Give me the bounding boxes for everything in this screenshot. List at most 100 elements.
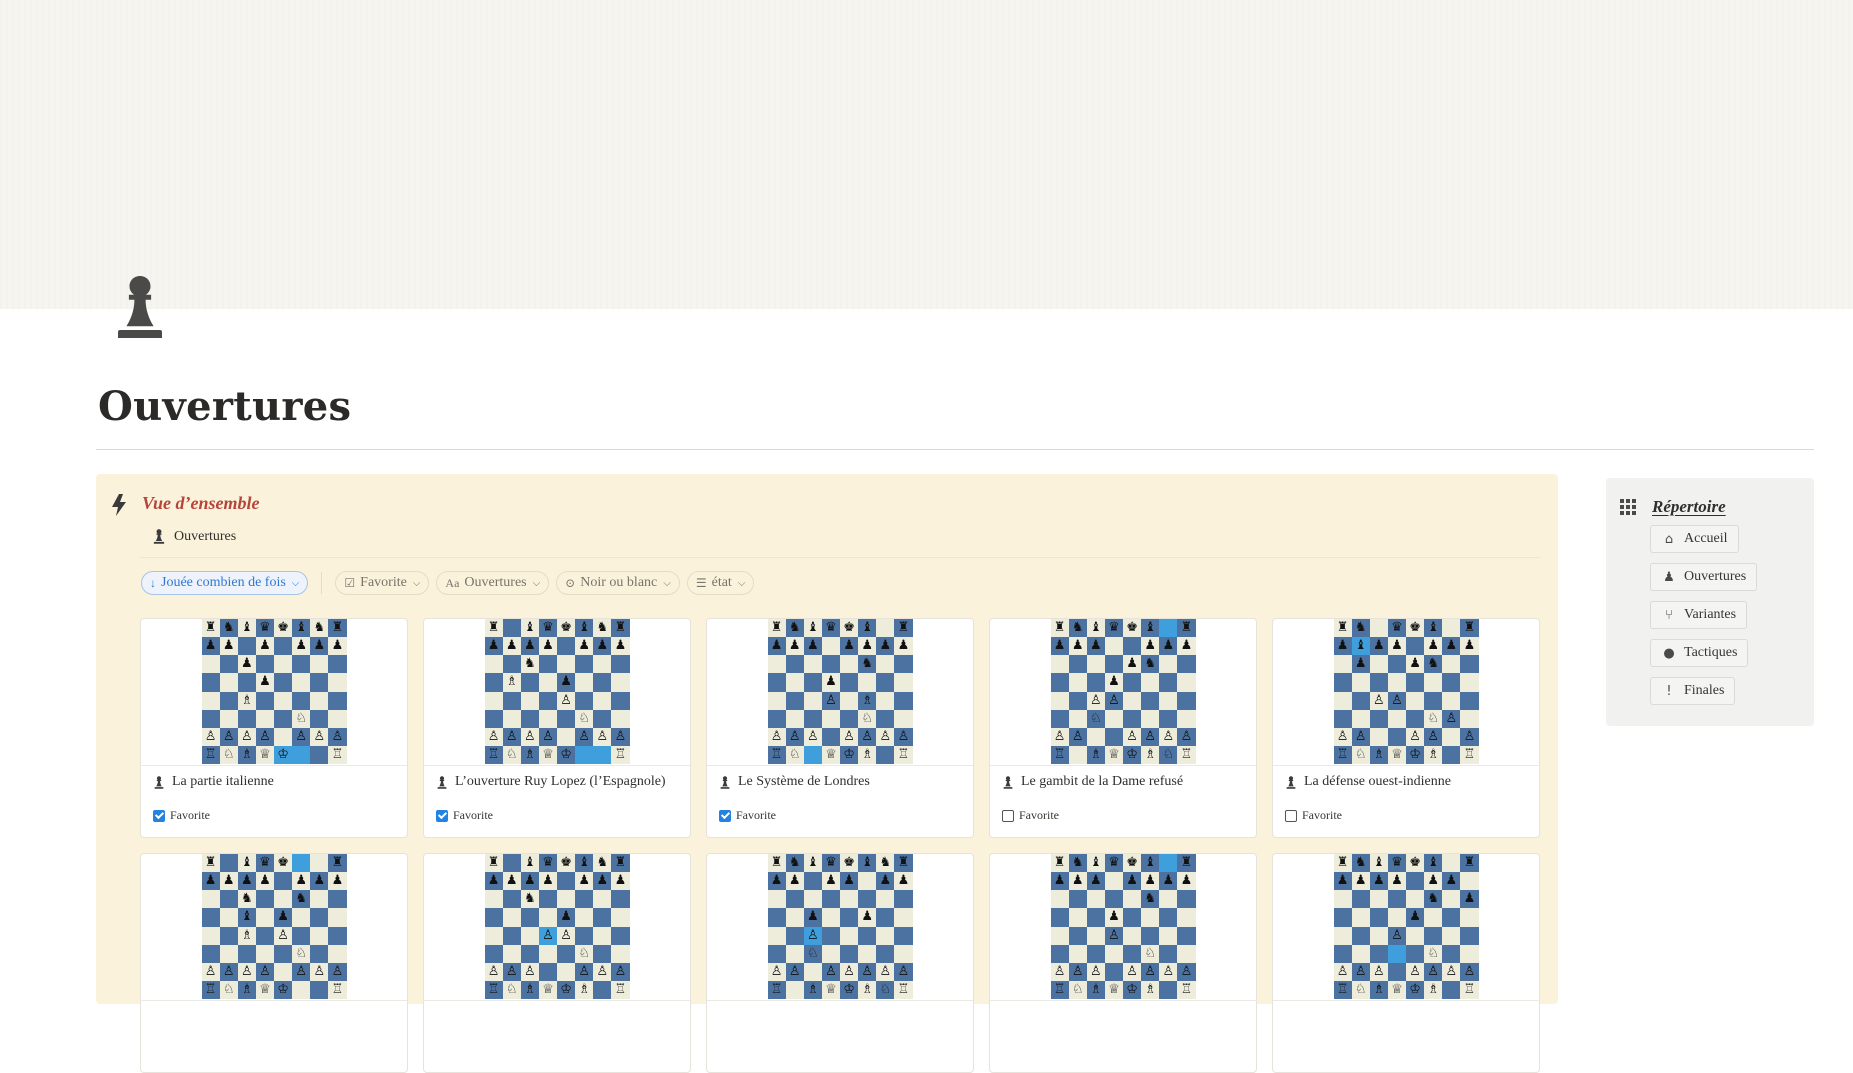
filter-chip-favorite[interactable]: ☑ Favorite ⌵ — [335, 571, 430, 595]
pawn-icon — [153, 775, 165, 790]
filter-label: Ouvertures — [464, 575, 527, 590]
database-link[interactable]: Ouvertures — [152, 528, 236, 545]
filter-chip-etat[interactable]: ☰ état ⌵ — [686, 571, 755, 595]
overview-callout: Vue d’ensemble Ouvertures ↓ Jouée combie… — [96, 474, 1558, 1073]
favorite-property: Favorite — [1285, 808, 1342, 823]
card-title: Le Système de Londres — [719, 774, 870, 790]
nav-button-ouvertures[interactable]: ♟ Ouvertures — [1650, 563, 1758, 591]
chevron-down-icon: ⌵ — [532, 577, 541, 589]
card-title-text: La partie italienne — [172, 774, 274, 789]
nav-button-finales[interactable]: ! Finales — [1650, 677, 1736, 705]
card-title: L’ouverture Ruy Lopez (l’Espagnole) — [436, 774, 666, 790]
card-cover: ♜ ♞ ♝ ♛ ♚ ♝ ♜ ♟ ♟ ♟ ♟ ♟ ♟ ♟ ♞ ♟ ♙ ♘ ♙ ♙ ♙ ♙ ♙ ♙ ♙ ♖ ♘ ♗ ♕ ♔ ♗ ♖ — [990, 854, 1256, 1001]
favorite-label: Favorite — [1302, 808, 1342, 822]
gallery-grid: ♜ ♞ ♝ ♛ ♚ ♝ ♞ ♜ ♟ ♟ ♟ ♟ ♟ ♟ ♟ ♟ ♗ ♘ ♙ ♙ ♙ ♙ ♙ ♙ ♙ ♖ ♘ ♗ ♕ ♔ ♖ La partie… — [140, 618, 1540, 1073]
list-icon: ☰ — [695, 576, 707, 590]
nav-button-label: Variantes — [1684, 607, 1737, 622]
filter-chip-noir-ou-blanc[interactable]: ⊙ Noir ou blanc ⌵ — [556, 571, 680, 595]
branch-icon: ⑂ — [1665, 607, 1673, 623]
chessboard-image: ♜ ♞ ♝ ♛ ♚ ♝ ♜ ♟ ♟ ♟ ♟ ♟ ♟ ♟ ♞ ♟ ♙ ♘ ♙ ♙ ♙ ♙ ♙ ♙ ♙ ♖ ♘ ♗ ♕ ♔ ♗ ♖ — [1050, 854, 1196, 999]
favorite-checkbox[interactable] — [1002, 809, 1014, 822]
chessboard-image: ♜ ♞ ♝ ♛ ♚ ♝ ♞ ♜ ♟ ♟ ♟ ♟ ♟ ♟ ♟ ♟ ♗ ♘ ♙ ♙ ♙ ♙ ♙ ♙ ♙ ♖ ♘ ♗ ♕ ♔ ♖ — [201, 619, 347, 764]
opening-card[interactable]: ♜ ♞ ♝ ♛ ♚ ♝ ♜ ♟ ♟ ♟ ♟ ♟ ♟ ♟ ♞ ♟ ♙ ♘ ♙ ♙ ♙ ♙ ♙ ♙ ♙ ♖ ♘ ♗ ♕ ♔ ♗ ♖ — [989, 853, 1257, 1073]
opening-card[interactable]: ♜ ♞ ♝ ♛ ♚ ♝ ♜ ♟ ♟ ♟ ♟ ♟ ♟ ♟ ♞ ♟ ♙ ♗ ♘ ♙ ♙ ♙ ♙ ♙ ♙ ♙ ♖ ♘ ♕ ♔ ♗ ♖ Le Systè… — [706, 618, 974, 838]
arrow-down-icon: ↓ — [150, 576, 156, 590]
filter-separator — [321, 572, 323, 594]
opening-card[interactable]: ♜ ♞ ♝ ♛ ♚ ♝ ♜ ♟ ♟ ♟ ♟ ♟ ♟ ♞ ♟ ♟ ♙ ♘ ♙ ♙ ♙ ♙ ♙ ♙ ♙ ♖ ♘ ♗ ♕ ♔ ♗ ♖ — [1272, 853, 1540, 1073]
opening-card[interactable]: ♜ ♝ ♛ ♚ ♝ ♞ ♜ ♟ ♟ ♟ ♟ ♟ ♟ ♟ ♞ ♗ ♟ ♙ ♘ ♙ ♙ ♙ ♙ ♙ ♙ ♙ ♖ ♘ ♗ ♕ ♔ ♖ L’ouvert… — [423, 618, 691, 838]
repertoire-link[interactable]: Répertoire — [1652, 497, 1726, 517]
chevron-down-icon: ⌵ — [737, 577, 746, 589]
text-icon: Aa — [445, 576, 460, 590]
nav-button-label: Tactiques — [1684, 645, 1738, 660]
sort-chip[interactable]: ↓ Jouée combien de fois ⌵ — [141, 571, 309, 595]
favorite-checkbox[interactable] — [153, 809, 165, 822]
nav-button-tactiques[interactable]: ● Tactiques — [1650, 639, 1749, 667]
favorite-property: Favorite — [153, 808, 210, 823]
page-cover — [0, 0, 1853, 309]
card-title: La partie italienne — [153, 774, 274, 790]
favorite-property: Favorite — [1002, 808, 1059, 823]
overview-heading: Vue d’ensemble — [142, 493, 260, 513]
opening-card[interactable]: ♜ ♝ ♛ ♚ ♜ ♟ ♟ ♟ ♟ ♟ ♟ ♟ ♞ ♞ ♝ ♟ ♗ ♙ ♘ ♙ ♙ ♙ ♙ ♙ ♙ ♙ ♖ ♘ ♗ ♕ ♔ ♖ — [140, 853, 408, 1073]
opening-card[interactable]: ♜ ♞ ♝ ♛ ♚ ♝ ♞ ♜ ♟ ♟ ♟ ♟ ♟ ♟ ♟ ♟ ♗ ♘ ♙ ♙ ♙ ♙ ♙ ♙ ♙ ♖ ♘ ♗ ♕ ♔ ♖ La partie… — [140, 618, 408, 838]
card-title: Le gambit de la Dame refusé — [1002, 774, 1183, 790]
filter-label: Noir ou blanc — [580, 575, 658, 590]
card-title-text: La défense ouest-indienne — [1304, 774, 1451, 789]
pawn-icon — [436, 775, 448, 790]
card-cover: ♜ ♞ ♝ ♛ ♚ ♝ ♜ ♟ ♟ ♟ ♟ ♟ ♟ ♟ ♞ ♟ ♙ ♙ ♘ ♙ ♙ ♙ ♙ ♙ ♙ ♖ ♗ ♕ ♔ ♗ ♘ ♖ — [990, 619, 1256, 766]
favorite-label: Favorite — [170, 808, 210, 822]
favorite-checkbox[interactable] — [436, 809, 448, 822]
card-cover: ♜ ♞ ♝ ♛ ♚ ♝ ♜ ♟ ♟ ♟ ♟ ♟ ♟ ♟ ♞ ♟ ♙ ♗ ♘ ♙ ♙ ♙ ♙ ♙ ♙ ♙ ♖ ♘ ♕ ♔ ♗ ♖ — [707, 619, 973, 766]
card-title-text: Le gambit de la Dame refusé — [1021, 774, 1184, 789]
card-cover: ♜ ♝ ♛ ♚ ♝ ♞ ♜ ♟ ♟ ♟ ♟ ♟ ♟ ♟ ♞ ♟ ♙ ♙ ♘ ♙ ♙ ♙ ♙ ♙ ♙ ♖ ♘ ♗ ♕ ♔ ♗ ♖ — [424, 854, 690, 1001]
favorite-checkbox[interactable] — [1285, 809, 1297, 822]
favorite-label: Favorite — [1019, 808, 1059, 822]
favorite-checkbox[interactable] — [719, 809, 731, 822]
pawn-icon — [719, 775, 731, 790]
nav-button-label: Finales — [1684, 683, 1725, 698]
chessboard-image: ♜ ♞ ♝ ♛ ♚ ♝ ♜ ♟ ♟ ♟ ♟ ♟ ♟ ♟ ♞ ♟ ♙ ♙ ♘ ♙ ♙ ♙ ♙ ♙ ♙ ♖ ♗ ♕ ♔ ♗ ♘ ♖ — [1050, 619, 1196, 764]
card-cover: ♜ ♞ ♝ ♛ ♚ ♝ ♜ ♟ ♟ ♟ ♟ ♟ ♟ ♞ ♟ ♟ ♙ ♘ ♙ ♙ ♙ ♙ ♙ ♙ ♙ ♖ ♘ ♗ ♕ ♔ ♗ ♖ — [1273, 854, 1539, 1001]
opening-card[interactable]: ♜ ♝ ♛ ♚ ♝ ♞ ♜ ♟ ♟ ♟ ♟ ♟ ♟ ♟ ♞ ♟ ♙ ♙ ♘ ♙ ♙ ♙ ♙ ♙ ♙ ♖ ♘ ♗ ♕ ♔ ♗ ♖ — [423, 853, 691, 1073]
favorite-label: Favorite — [453, 808, 493, 822]
chessboard-image: ♜ ♞ ♝ ♛ ♚ ♝ ♜ ♟ ♟ ♟ ♟ ♟ ♟ ♟ ♞ ♟ ♙ ♗ ♘ ♙ ♙ ♙ ♙ ♙ ♙ ♙ ♖ ♘ ♕ ♔ ♗ ♖ — [767, 619, 913, 764]
nav-button-accueil[interactable]: ⌂ Accueil — [1650, 525, 1739, 553]
nav-button-label: Ouvertures — [1684, 569, 1747, 584]
alert-icon: ● — [1663, 645, 1675, 661]
chessboard-image: ♜ ♞ ♝ ♛ ♚ ♝ ♜ ♟ ♟ ♟ ♟ ♟ ♟ ♞ ♟ ♟ ♙ ♘ ♙ ♙ ♙ ♙ ♙ ♙ ♙ ♖ ♘ ♗ ♕ ♔ ♗ ♖ — [1333, 854, 1479, 999]
exclamation-icon: ! — [1666, 683, 1672, 699]
filter-label: état — [711, 575, 732, 590]
favorite-label: Favorite — [736, 808, 776, 822]
card-cover: ♜ ♞ ♝ ♛ ♚ ♝ ♞ ♜ ♟ ♟ ♟ ♟ ♟ ♟ ♟ ♟ ♗ ♘ ♙ ♙ ♙ ♙ ♙ ♙ ♙ ♖ ♘ ♗ ♕ ♔ ♖ — [141, 619, 407, 766]
card-title: La défense ouest-indienne — [1285, 774, 1451, 790]
chessboard-image: ♜ ♞ ♝ ♛ ♚ ♝ ♞ ♜ ♟ ♟ ♟ ♟ ♟ ♟ ♟ ♟ ♙ ♘ ♙ ♙ ♙ ♙ ♙ ♙ ♙ ♖ ♗ ♕ ♔ ♗ ♘ ♖ — [767, 854, 913, 999]
chessboard-image: ♜ ♝ ♛ ♚ ♝ ♞ ♜ ♟ ♟ ♟ ♟ ♟ ♟ ♟ ♞ ♟ ♙ ♙ ♘ ♙ ♙ ♙ ♙ ♙ ♙ ♖ ♘ ♗ ♕ ♔ ♗ ♖ — [484, 854, 630, 999]
card-cover: ♜ ♞ ♛ ♚ ♝ ♜ ♟ ♝ ♟ ♟ ♟ ♟ ♟ ♟ ♟ ♞ ♙ ♙ ♘ ♙ ♙ ♙ ♙ ♙ ♙ ♖ ♘ ♗ ♕ ♔ ♗ ♖ — [1273, 619, 1539, 766]
pawn-icon: ♟ — [1663, 569, 1675, 585]
grid-icon — [1620, 499, 1636, 515]
opening-card[interactable]: ♜ ♞ ♛ ♚ ♝ ♜ ♟ ♝ ♟ ♟ ♟ ♟ ♟ ♟ ♟ ♞ ♙ ♙ ♘ ♙ ♙ ♙ ♙ ♙ ♙ ♖ ♘ ♗ ♕ ♔ ♗ ♖ La défen… — [1272, 618, 1540, 838]
opening-card[interactable]: ♜ ♞ ♝ ♛ ♚ ♝ ♜ ♟ ♟ ♟ ♟ ♟ ♟ ♟ ♞ ♟ ♙ ♙ ♘ ♙ ♙ ♙ ♙ ♙ ♙ ♖ ♗ ♕ ♔ ♗ ♘ ♖ Le gambi… — [989, 618, 1257, 838]
card-cover: ♜ ♝ ♛ ♚ ♝ ♞ ♜ ♟ ♟ ♟ ♟ ♟ ♟ ♟ ♞ ♗ ♟ ♙ ♘ ♙ ♙ ♙ ♙ ♙ ♙ ♙ ♖ ♘ ♗ ♕ ♔ ♖ — [424, 619, 690, 766]
database-divider — [140, 557, 1540, 558]
pawn-icon — [1002, 775, 1014, 790]
filter-label: Favorite — [360, 575, 407, 590]
title-divider — [96, 449, 1814, 450]
favorite-property: Favorite — [719, 808, 776, 823]
opening-card[interactable]: ♜ ♞ ♝ ♛ ♚ ♝ ♞ ♜ ♟ ♟ ♟ ♟ ♟ ♟ ♟ ♟ ♙ ♘ ♙ ♙ ♙ ♙ ♙ ♙ ♙ ♖ ♗ ♕ ♔ ♗ ♘ ♖ — [706, 853, 974, 1073]
card-title-text: Le Système de Londres — [738, 774, 870, 789]
select-icon: ⊙ — [565, 576, 576, 590]
card-cover: ♜ ♝ ♛ ♚ ♜ ♟ ♟ ♟ ♟ ♟ ♟ ♟ ♞ ♞ ♝ ♟ ♗ ♙ ♘ ♙ ♙ ♙ ♙ ♙ ♙ ♙ ♖ ♘ ♗ ♕ ♔ ♖ — [141, 854, 407, 1001]
nav-button-variantes[interactable]: ⑂ Variantes — [1650, 601, 1748, 629]
home-icon: ⌂ — [1664, 531, 1674, 547]
filter-chip-ouvertures[interactable]: Aa Ouvertures ⌵ — [436, 571, 550, 595]
card-cover: ♜ ♞ ♝ ♛ ♚ ♝ ♞ ♜ ♟ ♟ ♟ ♟ ♟ ♟ ♟ ♟ ♙ ♘ ♙ ♙ ♙ ♙ ♙ ♙ ♙ ♖ ♗ ♕ ♔ ♗ ♘ ♖ — [707, 854, 973, 1001]
chessboard-image: ♜ ♝ ♛ ♚ ♝ ♞ ♜ ♟ ♟ ♟ ♟ ♟ ♟ ♟ ♞ ♗ ♟ ♙ ♘ ♙ ♙ ♙ ♙ ♙ ♙ ♙ ♖ ♘ ♗ ♕ ♔ ♖ — [484, 619, 630, 764]
page-title: Ouvertures — [98, 383, 352, 430]
card-title-text: L’ouverture Ruy Lopez (l’Espagnole) — [455, 774, 666, 789]
pawn-icon[interactable] — [110, 274, 170, 340]
pawn-icon — [152, 528, 166, 545]
sort-label: Jouée combien de fois — [161, 575, 286, 590]
chessboard-image: ♜ ♝ ♛ ♚ ♜ ♟ ♟ ♟ ♟ ♟ ♟ ♟ ♞ ♞ ♝ ♟ ♗ ♙ ♘ ♙ ♙ ♙ ♙ ♙ ♙ ♙ ♖ ♘ ♗ ♕ ♔ ♖ — [201, 854, 347, 999]
